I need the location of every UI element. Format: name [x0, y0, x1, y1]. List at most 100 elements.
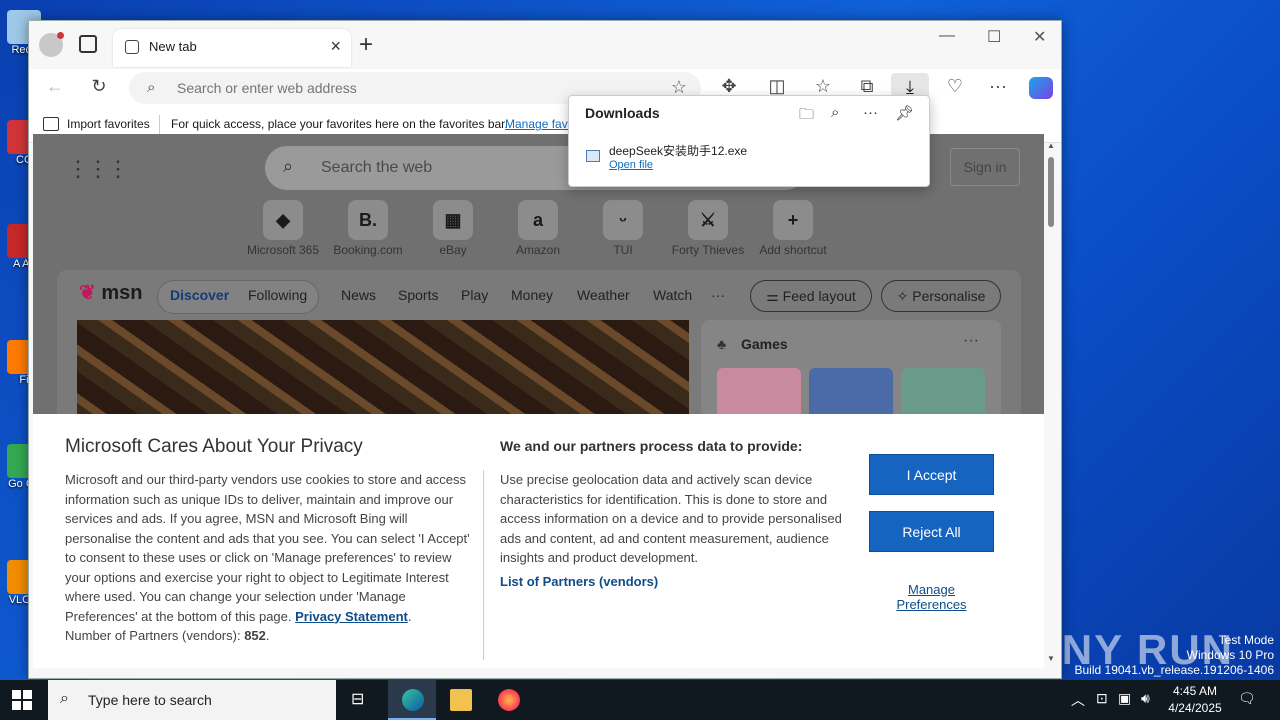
refresh-button[interactable]: ↻	[87, 76, 111, 97]
start-button[interactable]	[12, 690, 32, 710]
notifications-icon[interactable]: 🗨︎	[1238, 690, 1256, 707]
tab-title: New tab	[149, 39, 197, 54]
more-options-icon[interactable]: ···	[863, 104, 878, 121]
taskbar-edge[interactable]	[388, 680, 436, 720]
search-downloads-icon[interactable]: ⌕	[831, 104, 839, 121]
maximize-button[interactable]: ☐	[987, 27, 1001, 47]
shortcut-tile[interactable]: ᵕ TUI	[581, 200, 665, 257]
feed-nav-item[interactable]: Watch	[653, 287, 692, 303]
tab-following[interactable]: Following	[248, 287, 307, 303]
back-button[interactable]: ←	[43, 76, 67, 97]
games-icon: ♣	[717, 336, 727, 352]
games-title: Games	[741, 336, 788, 352]
downloads-title: Downloads	[585, 105, 660, 121]
app-launcher-icon[interactable]: ⋮⋮⋮	[67, 156, 129, 182]
privacy-body-text: Microsoft and our third-party vendors us…	[65, 472, 470, 624]
games-more-button[interactable]: ···	[963, 332, 979, 350]
volume-icon[interactable]: 🔊︎	[1141, 690, 1150, 707]
build-text: Build 19041.vb_release.191206-1406	[1074, 663, 1275, 677]
manage-line1: Manage	[908, 582, 955, 597]
import-favorites-button[interactable]: Import favorites	[67, 117, 150, 131]
taskbar-search[interactable]: ⌕ Type here to search	[48, 680, 336, 720]
close-tab-icon[interactable]: ×	[330, 36, 341, 57]
shortcut-label: Forty Thieves	[671, 243, 745, 257]
extensions-icon[interactable]: ✥	[717, 76, 741, 97]
favorites-icon[interactable]: ☆	[811, 76, 835, 97]
edge-icon	[402, 689, 424, 711]
personalise-label: Personalise	[912, 288, 986, 304]
search-icon: ⌕	[60, 690, 69, 707]
scroll-up-icon[interactable]: ▲	[1047, 141, 1055, 150]
shortcut-label: TUI	[613, 243, 633, 257]
personalise-button[interactable]: ✧ Personalise	[881, 280, 1001, 312]
task-view-button[interactable]: ⊟	[338, 680, 386, 720]
close-window-button[interactable]: ✕	[1033, 27, 1046, 47]
privacy-purposes: Use precise geolocation data and activel…	[500, 472, 842, 565]
tab-new-tab[interactable]: New tab ×	[113, 29, 351, 67]
tab-actions-icon[interactable]	[79, 35, 97, 53]
exe-file-icon	[586, 150, 600, 162]
feed-nav-item[interactable]: ···	[711, 287, 725, 303]
open-folder-icon[interactable]: 🗀	[799, 104, 814, 129]
copilot-icon[interactable]	[1029, 77, 1053, 99]
profile-avatar[interactable]	[39, 32, 64, 57]
firefox-icon	[498, 689, 520, 711]
taskbar-firefox[interactable]	[484, 680, 532, 720]
new-tab-page-icon	[125, 40, 139, 54]
accept-button[interactable]: I Accept	[869, 454, 994, 495]
scroll-down-icon[interactable]: ▼	[1047, 654, 1055, 663]
shortcut-icon: ᵕ	[603, 200, 643, 240]
partners-list-link[interactable]: List of Partners (vendors)	[500, 574, 658, 589]
feed-nav-item[interactable]: News	[341, 287, 376, 303]
browser-essentials-icon[interactable]: ♡	[943, 76, 967, 97]
shortcut-tile[interactable]: ▦ eBay	[411, 200, 495, 257]
system-clock[interactable]: 4:45 AM 4/24/2025	[1160, 683, 1230, 717]
feed-nav-item[interactable]: Sports	[398, 287, 438, 303]
manage-favorites-link[interactable]: Manage favo	[505, 117, 574, 131]
scrollbar-thumb[interactable]	[1048, 157, 1054, 227]
security-icon[interactable]: ⊡	[1096, 690, 1108, 707]
show-hidden-icons[interactable]: ︿	[1071, 690, 1085, 710]
sign-in-button[interactable]: Sign in	[950, 148, 1020, 186]
shortcut-tile[interactable]: B. Booking.com	[326, 200, 410, 257]
privacy-subtitle: We and our partners process data to prov…	[500, 438, 803, 454]
new-tab-page: ⋮⋮⋮ ⌕ Search the web Sign in ◆ Microsoft …	[33, 134, 1044, 668]
reject-all-button[interactable]: Reject All	[869, 511, 994, 552]
settings-more-icon[interactable]: ···	[986, 76, 1010, 97]
shortcut-tile[interactable]: ⚔ Forty Thieves	[666, 200, 750, 257]
hero-image[interactable]	[77, 320, 689, 420]
feed-nav-item[interactable]: Money	[511, 287, 553, 303]
network-icon[interactable]: ▣	[1118, 690, 1131, 707]
feed-nav-item[interactable]: Weather	[577, 287, 630, 303]
shortcut-tile[interactable]: a Amazon	[496, 200, 580, 257]
feed-layout-button[interactable]: ⚌ Feed layout	[750, 280, 872, 312]
download-file-name: deepSeek安装助手12.exe	[609, 144, 748, 158]
shortcut-icon: ◆	[263, 200, 303, 240]
shortcut-icon: ⚔	[688, 200, 728, 240]
sliders-icon: ⚌	[766, 288, 779, 304]
taskbar-file-explorer[interactable]	[436, 680, 484, 720]
minimize-button[interactable]: —	[939, 27, 955, 45]
split-screen-icon[interactable]: ◫	[765, 76, 789, 97]
manage-preferences-link[interactable]: Manage Preferences	[869, 582, 994, 612]
shortcut-label: eBay	[439, 243, 467, 257]
test-mode-text: Test Mode	[1218, 633, 1274, 647]
page-scrollbar[interactable]: ▲ ▼	[1045, 137, 1057, 667]
game-thumbnail[interactable]	[717, 368, 801, 420]
web-search-placeholder: Search the web	[321, 159, 433, 176]
shortcut-tile[interactable]: + Add shortcut	[751, 200, 835, 257]
game-thumbnail[interactable]	[901, 368, 985, 420]
tab-discover[interactable]: Discover	[170, 287, 229, 303]
game-thumbnail[interactable]	[809, 368, 893, 420]
msn-butterfly-icon: ❦	[79, 282, 96, 304]
feed-nav-item[interactable]: Play	[461, 287, 488, 303]
new-tab-button[interactable]: +	[359, 31, 373, 59]
open-file-link[interactable]: Open file	[609, 159, 653, 171]
favorites-bar-message: For quick access, place your favorites h…	[171, 117, 508, 131]
privacy-statement-link[interactable]: Privacy Statement	[295, 609, 408, 624]
shortcut-tile[interactable]: ◆ Microsoft 365	[241, 200, 325, 257]
search-icon: ⌕	[283, 156, 294, 176]
collections-icon[interactable]: ⧉	[855, 76, 879, 97]
pin-icon[interactable]: 📌︎	[895, 104, 914, 122]
taskbar-search-placeholder: Type here to search	[88, 692, 212, 708]
